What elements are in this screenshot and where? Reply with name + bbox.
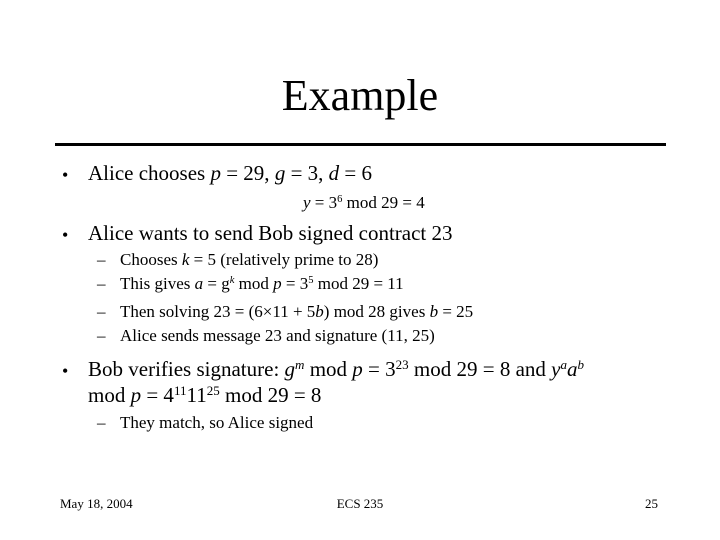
dash-icon: – (97, 413, 106, 432)
bullet-icon: • (62, 165, 69, 185)
bullet-icon: • (62, 225, 69, 245)
bullet-1-note: y = 36 mod 29 = 4 (303, 193, 425, 212)
dash-icon: – (97, 326, 106, 345)
footer-page-number: 25 (645, 496, 658, 511)
sub-item-chooses-k: Chooses k = 5 (relatively prime to 28) (120, 250, 379, 269)
bullet-3-line-2: mod p = 4111125 mod 29 = 8 (88, 382, 322, 407)
bullet-icon: • (62, 361, 69, 381)
footer-course: ECS 235 (336, 496, 384, 511)
title-divider (55, 143, 666, 146)
sub-item-compute-a: This gives a = gk mod p = 35 mod 29 = 11 (120, 274, 404, 293)
slide-title: Example (281, 71, 439, 120)
sub-item-solve-b: Then solving 23 = (6×11 + 5b) mod 28 giv… (120, 302, 474, 321)
bullet-1-text: Alice chooses p = 29, g = 3, d = 6 (88, 161, 372, 185)
bullet-3-line-1: Bob verifies signature: gm mod p = 323 m… (88, 356, 585, 381)
bullet-2-text: Alice wants to send Bob signed contract … (88, 221, 453, 245)
dash-icon: – (97, 302, 106, 321)
dash-icon: – (97, 250, 106, 269)
dash-icon: – (97, 274, 106, 293)
sub-item-they-match: They match, so Alice signed (120, 413, 314, 432)
sub-item-send-signature: Alice sends message 23 and signature (11… (120, 326, 435, 345)
